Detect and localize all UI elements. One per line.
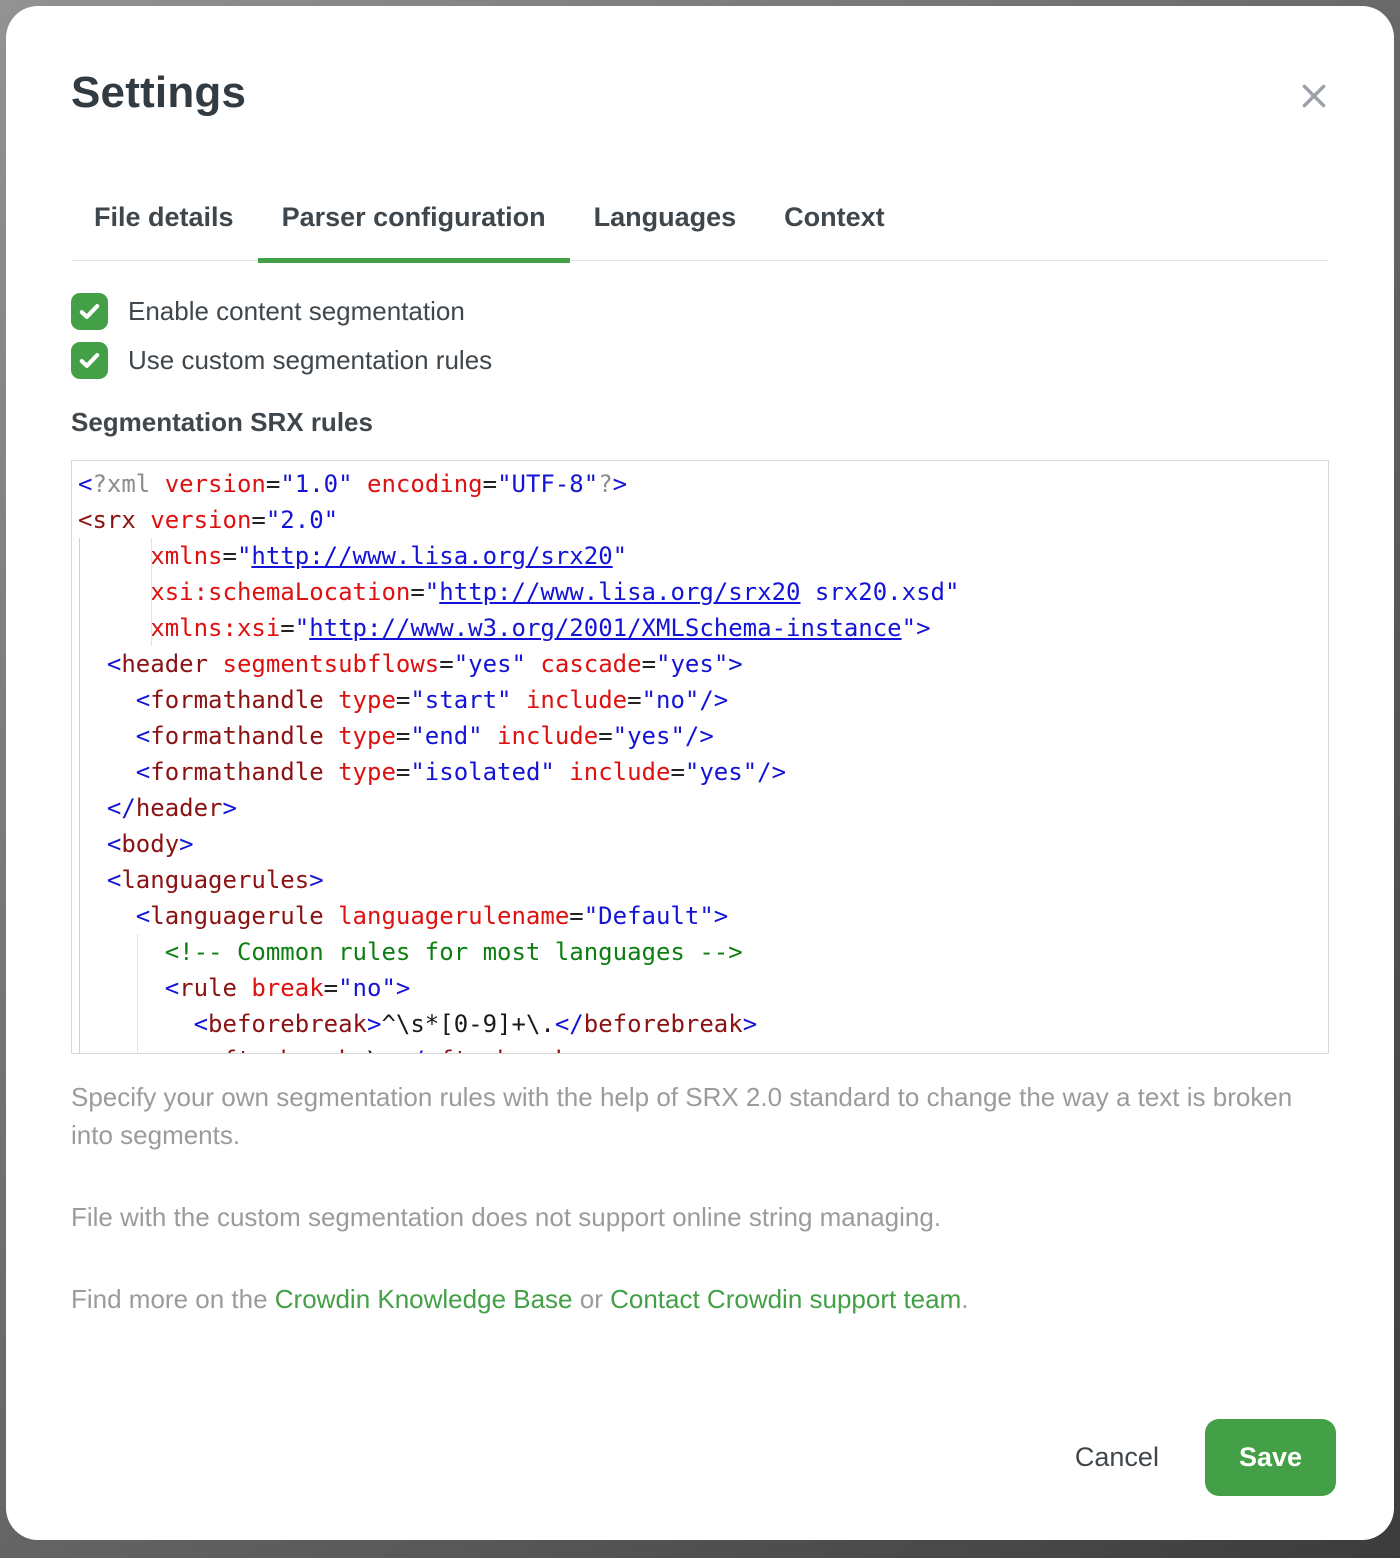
dialog-footer: Cancel Save [1051,1419,1336,1496]
tab-file-details[interactable]: File details [71,202,258,260]
checkbox-checked-icon[interactable] [71,342,108,379]
contact-support-link[interactable]: Contact Crowdin support team [610,1284,961,1314]
checkbox-row[interactable]: Use custom segmentation rules [71,342,1329,379]
note-middle: or [573,1284,611,1314]
save-button[interactable]: Save [1205,1419,1336,1496]
help-text-online-managing: File with the custom segmentation does n… [71,1198,1321,1236]
checkbox-row[interactable]: Enable content segmentation [71,293,1329,330]
help-text-srx: Specify your own segmentation rules with… [71,1078,1321,1154]
code-content[interactable]: <?xml version="1.0" encoding="UTF-8"?><s… [72,461,1328,1054]
indent-guide [137,934,138,1053]
tab-bar: File detailsParser configurationLanguage… [71,202,1329,261]
checkbox-group: Enable content segmentation Use custom se… [71,293,1329,379]
tab-parser-configuration[interactable]: Parser configuration [258,202,570,260]
note-prefix: Find more on the [71,1284,275,1314]
cancel-button[interactable]: Cancel [1051,1426,1183,1489]
indent-guide [79,538,80,1053]
tab-context[interactable]: Context [760,202,909,260]
page-title: Settings [71,68,1329,118]
editor-label: Segmentation SRX rules [71,407,1329,438]
checkbox-label: Use custom segmentation rules [128,345,492,376]
close-icon[interactable] [1292,74,1336,118]
help-text-find-more: Find more on the Crowdin Knowledge Base … [71,1280,1321,1318]
settings-dialog: Settings File detailsParser configuratio… [6,6,1394,1540]
knowledge-base-link[interactable]: Crowdin Knowledge Base [275,1284,573,1314]
note-suffix: . [961,1284,968,1314]
checkbox-checked-icon[interactable] [71,293,108,330]
srx-rules-editor[interactable]: <?xml version="1.0" encoding="UTF-8"?><s… [71,460,1329,1054]
checkbox-label: Enable content segmentation [128,296,465,327]
indent-guide [151,538,152,646]
tab-languages[interactable]: Languages [570,202,761,260]
